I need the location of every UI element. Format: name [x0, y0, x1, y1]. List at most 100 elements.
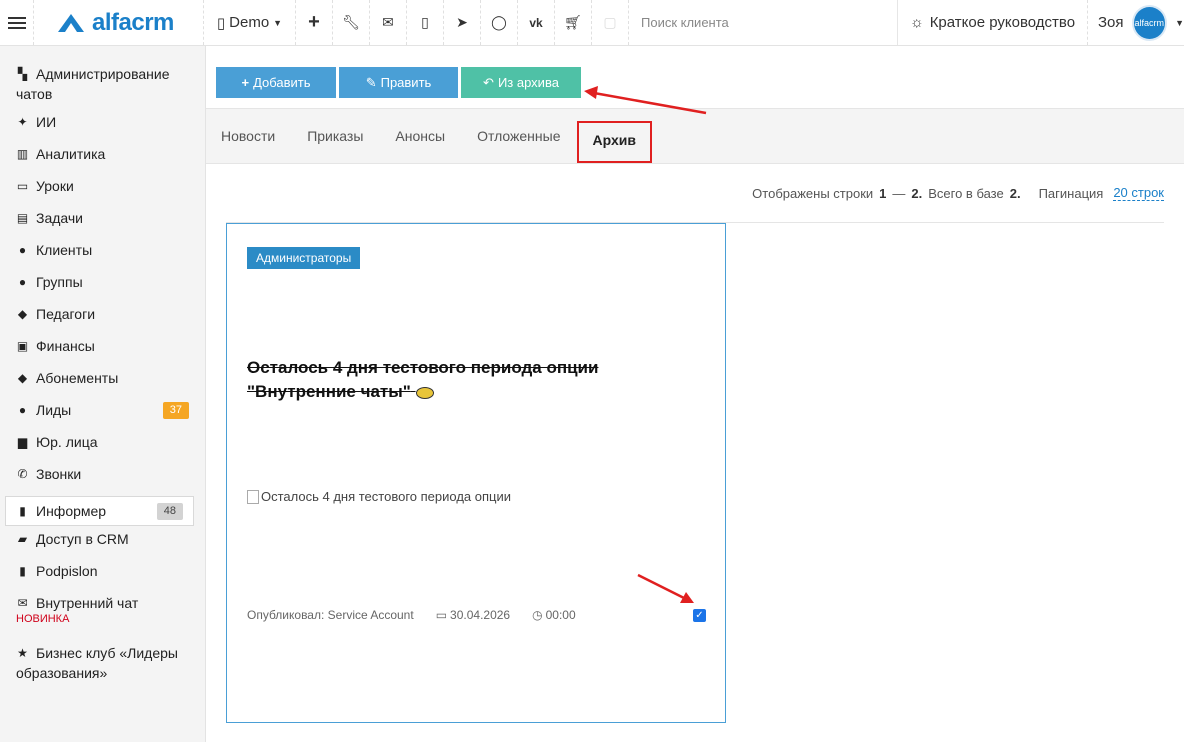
tab-orders[interactable]: Приказы — [307, 128, 363, 144]
clipboard-icon: ▤ — [16, 211, 29, 225]
sidebar-item-teachers[interactable]: ◆ Педагоги — [0, 304, 205, 336]
branch-name: Demo — [229, 14, 270, 31]
telegram-button[interactable]: ➤ — [444, 0, 481, 45]
calendar-icon: ▭ — [16, 179, 29, 193]
add-button[interactable]: + — [296, 0, 333, 45]
tabs: Новости Приказы Анонсы Отложенные Архив — [206, 109, 1184, 164]
sidebar-item-label: Информер — [36, 503, 107, 519]
sidebar-item-internal-chat[interactable]: ✉ Внутренний чат НОВИНКА — [0, 593, 205, 643]
sidebar-item-label: Звонки — [36, 466, 82, 482]
sidebar-item-ai[interactable]: ✦ ИИ — [0, 112, 205, 144]
informer-count-badge: 48 — [156, 502, 183, 520]
sidebar-item-access[interactable]: ▰ Доступ в CRM — [0, 529, 205, 561]
phone-button[interactable]: ▯ — [407, 0, 444, 45]
book-icon: ▮ — [19, 504, 26, 518]
vk-button[interactable]: vk — [518, 0, 555, 45]
sidebar-item-chat-admin[interactable]: ▚ Администрирование чатов — [0, 64, 205, 112]
map-icon: ▥ — [16, 147, 29, 161]
sidebar-item-groups[interactable]: ● Группы — [0, 272, 205, 304]
sidebar-item-subscriptions[interactable]: ◆ Абонементы — [0, 368, 205, 400]
date-wrap: ▭ 30.04.2026 — [436, 608, 510, 622]
sidebar-item-finance[interactable]: ▣ Финансы — [0, 336, 205, 368]
sidebar-item-label: Педагоги — [36, 306, 96, 322]
sidebar-item-leads[interactable]: ● Лиды 37 — [0, 400, 205, 432]
publish-time: 00:00 — [545, 608, 576, 622]
main-content: + Добавить ✎ Править ↶ Из архива Новости… — [206, 46, 1184, 742]
rows-info: Отображены строки 1 — 2. Всего в базе 2.… — [206, 164, 1184, 222]
sidebar-item-label: Задачи — [36, 210, 84, 226]
sidebar-item-analytics[interactable]: ▥ Аналитика — [0, 144, 205, 176]
tag-icon: ◆ — [17, 371, 28, 385]
sidebar-item-legal[interactable]: ▆ Юр. лица — [0, 432, 205, 464]
news-card[interactable]: Администраторы Осталось 4 дня тестового … — [226, 223, 726, 723]
guide-link[interactable]: ☼ Краткое руководство — [898, 0, 1088, 45]
chat-button[interactable]: ◯ — [481, 0, 518, 45]
cart-button[interactable]: 🛒︎ — [555, 0, 592, 45]
sidebar-item-label: Аналитика — [36, 146, 106, 162]
branch-selector[interactable]: ▯ Demo ▼ — [204, 0, 296, 45]
sidebar-item-label: Уроки — [36, 178, 74, 194]
rows-dash: — — [892, 185, 906, 201]
sidebar-item-informer[interactable]: ▮ Информер 48 — [5, 496, 194, 526]
image-alt-text: Осталось 4 дня тестового периода опции — [261, 489, 511, 504]
sidebar-item-label: Доступ в CRM — [36, 531, 129, 547]
sidebar-item-tasks[interactable]: ▤ Задачи — [0, 208, 205, 240]
sidebar-item-label: Клиенты — [36, 242, 93, 258]
pagination-select[interactable]: 20 строк — [1113, 185, 1164, 201]
total-label: Всего в базе — [928, 185, 1004, 201]
user-name: Зоя — [1098, 14, 1124, 31]
hamburger-icon — [7, 14, 26, 32]
menu-toggle-button[interactable] — [0, 0, 34, 45]
edit-button[interactable]: ✎ Править — [339, 67, 458, 98]
money-icon: ▣ — [16, 339, 29, 353]
rows-to: 2. — [911, 185, 923, 201]
search-placeholder: Поиск клиента — [641, 15, 729, 30]
settings-button[interactable]: 🔧︎ — [333, 0, 370, 45]
sidebar-item-label: ИИ — [36, 114, 57, 130]
client-search-input[interactable]: Поиск клиента — [629, 0, 898, 45]
tab-news[interactable]: Новости — [221, 128, 275, 144]
tab-postponed[interactable]: Отложенные — [477, 128, 560, 144]
logo-icon — [58, 13, 84, 32]
lock-icon: ▰ — [17, 532, 28, 546]
internal-chat-text: Внутренний чат НОВИНКА — [16, 593, 138, 625]
logo[interactable]: alfacrm — [34, 0, 204, 45]
unarchive-label: Из архива — [497, 75, 559, 90]
tab-announcements[interactable]: Анонсы — [395, 128, 445, 144]
add-button[interactable]: + Добавить — [216, 67, 336, 98]
avatar: alfacrm — [1131, 4, 1168, 41]
pagination-label: Пагинация — [1038, 185, 1104, 201]
sidebar-item-clients[interactable]: ● Клиенты — [0, 240, 205, 272]
file-icon: ▮ — [19, 564, 26, 578]
telegram-icon: ➤ — [456, 14, 468, 30]
plus-icon: + — [308, 11, 320, 33]
sidebar-item-business-club[interactable]: ★ Бизнес клуб «Лидеры образования» — [0, 643, 205, 691]
sidebar-item-label: Юр. лица — [36, 434, 98, 450]
plus-icon: + — [241, 75, 250, 90]
total-value: 2. — [1009, 185, 1021, 201]
sidebar-item-calls[interactable]: ✆ Звонки — [0, 464, 205, 496]
checkmark-icon: ✓ — [695, 610, 704, 621]
sidebar: ▚ Администрирование чатов ✦ ИИ ▥ Аналитика… — [0, 46, 206, 742]
new-label: НОВИНКА — [16, 613, 70, 625]
sidebar-item-podpislon[interactable]: ▮ Podpislon — [0, 561, 205, 593]
select-checkbox[interactable]: ✓ — [693, 609, 706, 622]
unarchive-button[interactable]: ↶ Из архива — [461, 67, 581, 98]
sidebar-item-label: Администрирование чатов — [16, 66, 170, 102]
avatar-text: alfacrm — [1134, 17, 1165, 28]
user-menu[interactable]: Зоя alfacrm ▼ — [1088, 0, 1184, 45]
publish-date: 30.04.2026 — [450, 608, 511, 622]
rows-from: 1 — [879, 185, 887, 201]
pencil-icon: ✎ — [365, 74, 377, 90]
top-bar: alfacrm ▯ Demo ▼ + 🔧︎ ✉ ▯ ➤ ◯ vk 🛒︎ ▢ По… — [0, 0, 1184, 46]
mail-button[interactable]: ✉ — [370, 0, 407, 45]
user-plus-icon: ● — [18, 403, 27, 417]
sidebar-item-label: Внутренний чат — [36, 595, 139, 611]
wrench-icon: 🔧︎ — [342, 14, 360, 30]
sidebar-item-label: Абонементы — [36, 370, 119, 386]
users-icon: ● — [18, 275, 27, 289]
time-wrap: ◷ 00:00 — [532, 608, 576, 622]
extra-button[interactable]: ▢ — [592, 0, 629, 45]
sidebar-item-lessons[interactable]: ▭ Уроки — [0, 176, 205, 208]
tab-archive[interactable]: Архив — [576, 121, 652, 163]
